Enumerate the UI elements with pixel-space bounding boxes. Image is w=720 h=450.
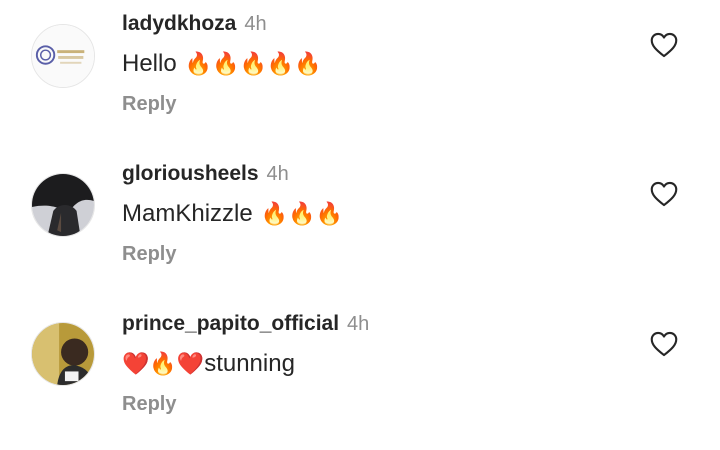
avatar[interactable]	[31, 24, 95, 88]
heart-outline-icon	[650, 181, 678, 207]
like-button[interactable]	[650, 181, 678, 207]
comment-message: stunning	[204, 350, 295, 377]
avatar[interactable]	[31, 322, 95, 386]
comment-emojis: 🔥🔥🔥🔥🔥	[184, 51, 322, 76]
like-button[interactable]	[650, 32, 678, 58]
reply-button[interactable]: Reply	[122, 93, 176, 116]
comment-item: prince_papito_official 4h ❤️🔥❤️ stunning …	[0, 300, 720, 450]
username-label[interactable]: prince_papito_official	[122, 312, 339, 335]
comment-emojis: 🔥🔥🔥	[260, 201, 343, 226]
profile-photo-icon	[32, 174, 94, 236]
username-label[interactable]: gloriousheels	[122, 162, 259, 185]
comment-text: Hello 🔥🔥🔥🔥🔥	[122, 50, 322, 78]
profile-photo-icon	[32, 323, 94, 385]
comment-message: Hello	[122, 50, 177, 77]
comment-username[interactable]: ladydkhoza 4h	[122, 12, 267, 36]
like-button[interactable]	[650, 331, 678, 357]
comment-text: MamKhizzle 🔥🔥🔥	[122, 200, 343, 228]
comment-timestamp: 4h	[347, 313, 370, 335]
comment-message: MamKhizzle	[122, 200, 253, 227]
comment-item: gloriousheels 4h MamKhizzle 🔥🔥🔥 Reply	[0, 150, 720, 300]
heart-outline-icon	[650, 32, 678, 58]
username-label[interactable]: ladydkhoza	[122, 12, 236, 35]
comment-timestamp: 4h	[266, 163, 289, 185]
comment-emojis: ❤️🔥❤️	[122, 351, 205, 376]
comment-username[interactable]: gloriousheels 4h	[122, 162, 289, 186]
comment-text: ❤️🔥❤️ stunning	[122, 350, 303, 378]
reply-button[interactable]: Reply	[122, 243, 176, 266]
avatar[interactable]	[31, 173, 95, 237]
reply-button[interactable]: Reply	[122, 393, 176, 416]
comment-timestamp: 4h	[244, 13, 267, 35]
comment-username[interactable]: prince_papito_official 4h	[122, 312, 369, 336]
profile-logo-icon	[32, 25, 94, 87]
heart-outline-icon	[650, 331, 678, 357]
comment-item: ladydkhoza 4h Hello 🔥🔥🔥🔥🔥 Reply	[0, 0, 720, 150]
